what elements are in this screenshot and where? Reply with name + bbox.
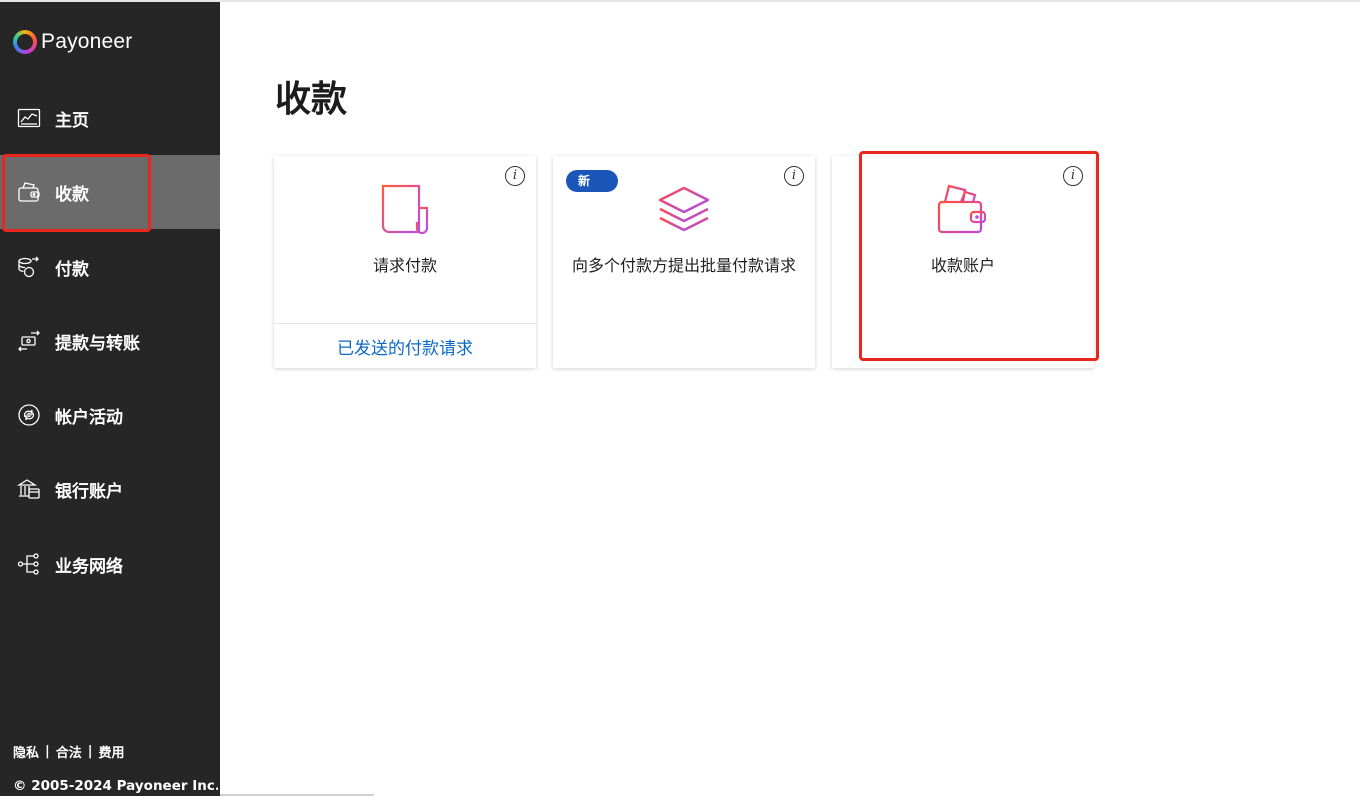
sidebar-item-account-activity[interactable]: 帐户活动: [0, 378, 220, 452]
info-icon[interactable]: i: [505, 166, 525, 186]
legal-link[interactable]: 合法: [56, 742, 82, 761]
network-icon: [17, 552, 41, 576]
sent-payment-requests-link[interactable]: 已发送的付款请求: [274, 334, 536, 359]
sidebar-item-business-network[interactable]: 业务网络: [0, 527, 220, 601]
sidebar-item-label: 提款与转账: [55, 333, 140, 354]
highlight-outline-card: [859, 151, 1099, 361]
payoneer-ring-icon: [13, 30, 37, 54]
sidebar-item-label: 银行账户: [55, 481, 123, 502]
card-label: 请求付款: [372, 256, 437, 275]
payoneer-logo[interactable]: Payoneer: [13, 28, 133, 56]
bank-icon: [17, 477, 41, 501]
request-payment-card[interactable]: i 请求付款 已发送的付款请求: [274, 156, 536, 368]
layers-icon: [658, 186, 710, 232]
transfer-icon: [17, 329, 41, 353]
separator: |: [45, 744, 50, 759]
card-divider: [274, 323, 536, 324]
sidebar-item-label: 帐户活动: [55, 407, 123, 428]
sidebar-item-label: 付款: [55, 259, 89, 280]
card-label: 向多个付款方提出批量付款请求: [571, 256, 796, 275]
footer-links: 隐私 | 合法 | 费用: [13, 742, 125, 761]
sidebar-item-label: 主页: [55, 110, 89, 131]
sidebar-item-bank-accounts[interactable]: 银行账户: [0, 452, 220, 526]
fees-link[interactable]: 费用: [99, 742, 125, 761]
copyright-text: © 2005-2024 Payoneer Inc.版: [13, 778, 218, 794]
separator: |: [87, 744, 93, 759]
sidebar-item-pay[interactable]: 付款: [0, 230, 220, 304]
highlight-outline-sidebar: [2, 154, 151, 232]
chart-icon: [17, 106, 41, 130]
new-badge: 新: [566, 170, 618, 192]
batch-payment-request-card[interactable]: 新 i 向多个付款方提出批量付款请求: [553, 156, 815, 368]
sidebar-item-home[interactable]: 主页: [0, 81, 220, 155]
page-title: 收款: [275, 79, 348, 120]
info-icon[interactable]: i: [784, 166, 804, 186]
document-icon: [381, 184, 429, 235]
privacy-link[interactable]: 隐私: [13, 742, 39, 761]
activity-icon: [17, 403, 41, 427]
sidebar: Payoneer 主页 收款 付款 提款与转账 帐户活动 银行账户 业务网络 隐…: [0, 2, 220, 796]
sidebar-item-label: 业务网络: [55, 556, 123, 577]
sidebar-item-withdraw-transfer[interactable]: 提款与转账: [0, 304, 220, 378]
brand-name: Payoneer: [41, 30, 133, 53]
coins-send-icon: [17, 255, 41, 279]
